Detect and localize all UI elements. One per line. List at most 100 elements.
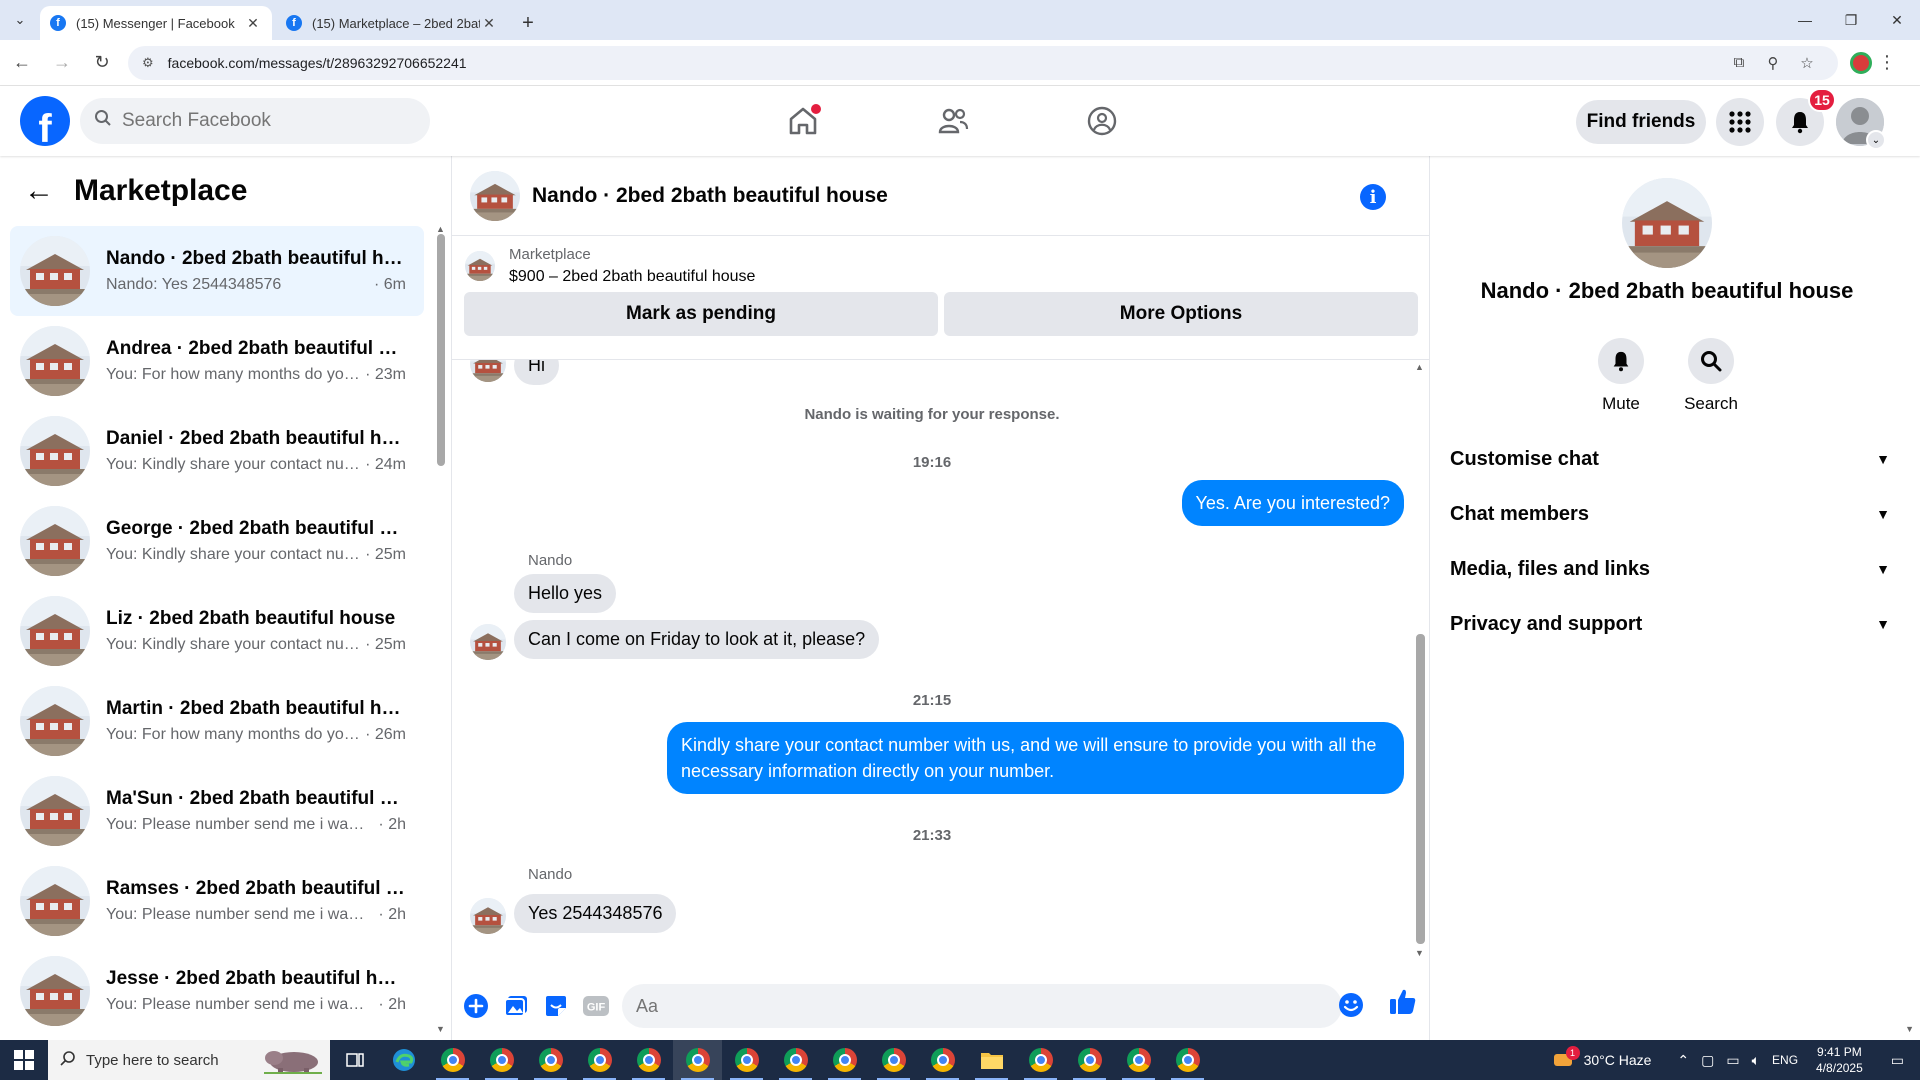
taskbar-chrome-window[interactable] — [1114, 1040, 1163, 1080]
conversation-item[interactable]: Martin · 2bed 2bath beautiful house You: … — [10, 676, 424, 766]
taskbar-file-explorer[interactable] — [967, 1040, 1016, 1080]
emoji-button[interactable] — [1338, 992, 1364, 1023]
minimize-icon[interactable]: — — [1782, 0, 1828, 40]
sender-avatar[interactable] — [470, 624, 506, 660]
page-scroll-down-arrow[interactable]: ▼ — [1905, 1024, 1914, 1034]
search-input[interactable] — [122, 110, 402, 132]
more-options-button[interactable]: More Options — [944, 292, 1418, 336]
bookmark-star-icon[interactable]: ☆ — [1790, 54, 1824, 72]
chat-scrollbar[interactable] — [1416, 634, 1425, 944]
mute-button[interactable] — [1598, 338, 1644, 384]
task-view-button[interactable] — [330, 1040, 379, 1080]
mark-as-pending-button[interactable]: Mark as pending — [464, 292, 938, 336]
taskbar-chrome-window[interactable] — [1163, 1040, 1212, 1080]
gif-button[interactable]: GIF — [576, 986, 616, 1026]
message-input-box[interactable] — [622, 984, 1342, 1028]
restore-icon[interactable]: ❐ — [1828, 0, 1874, 40]
privacy-support-section[interactable]: Privacy and support ▼ — [1450, 599, 1890, 649]
back-icon[interactable]: ← — [4, 45, 40, 81]
taskbar-chrome-window[interactable] — [526, 1040, 575, 1080]
taskbar-clock[interactable]: 9:41 PM 4/8/2025 — [1804, 1044, 1875, 1076]
like-button[interactable] — [1388, 986, 1418, 1021]
taskbar-chrome-window[interactable] — [477, 1040, 526, 1080]
mute-action[interactable]: Mute — [1581, 338, 1661, 414]
find-friends-button[interactable]: Find friends — [1576, 100, 1706, 144]
tray-overflow-icon[interactable]: ⌃ — [1657, 1052, 1695, 1069]
taskbar-chrome-window[interactable] — [428, 1040, 477, 1080]
more-actions-button[interactable] — [456, 986, 496, 1026]
browser-tab-marketplace[interactable]: f (15) Marketplace – 2bed 2bath ✕ — [276, 6, 508, 40]
browser-profile-icon[interactable] — [1850, 51, 1872, 74]
taskbar-chrome-window[interactable] — [575, 1040, 624, 1080]
scroll-down-arrow[interactable]: ▼ — [436, 1024, 445, 1034]
taskbar-chrome-window[interactable] — [771, 1040, 820, 1080]
chat-title[interactable]: Nando · 2bed 2bath beautiful house — [532, 184, 888, 208]
conversation-item[interactable]: Andrea · 2bed 2bath beautiful house You: … — [10, 316, 424, 406]
browser-tab-messenger[interactable]: f (15) Messenger | Facebook ✕ — [40, 6, 272, 40]
listing-avatar[interactable] — [1622, 178, 1712, 268]
address-bar[interactable]: ⚙ facebook.com/messages/t/28963292706652… — [128, 45, 1838, 80]
close-tab-icon[interactable]: ✕ — [480, 15, 498, 32]
search-in-chat-button[interactable] — [1688, 338, 1734, 384]
taskbar-chrome-window[interactable] — [673, 1040, 722, 1080]
media-files-links-section[interactable]: Media, files and links ▼ — [1450, 544, 1890, 594]
zoom-icon[interactable]: ⚲ — [1756, 54, 1790, 72]
weather-widget[interactable]: 1 30°C Haze — [1548, 1046, 1658, 1068]
chat-scroll-down-arrow[interactable]: ▼ — [1415, 948, 1424, 958]
sticker-button[interactable] — [536, 986, 576, 1026]
account-chevron-icon[interactable]: ⌄ — [1866, 130, 1886, 150]
close-window-icon[interactable]: ✕ — [1874, 0, 1920, 40]
taskbar-chrome-window[interactable] — [1065, 1040, 1114, 1080]
conversation-item[interactable]: George · 2bed 2bath beautiful house You: … — [10, 496, 424, 586]
customise-chat-section[interactable]: Customise chat ▼ — [1450, 434, 1890, 484]
tab-search-icon[interactable]: ⌄ — [0, 0, 40, 40]
language-indicator[interactable]: ENG — [1766, 1053, 1804, 1067]
conversation-item[interactable]: Ramses · 2bed 2bath beautiful house You: … — [10, 856, 424, 946]
menu-grid-button[interactable] — [1716, 98, 1764, 146]
forward-icon[interactable]: → — [44, 45, 80, 81]
taskbar-chrome-window[interactable] — [918, 1040, 967, 1080]
friends-nav-button[interactable] — [923, 98, 983, 144]
new-tab-button[interactable]: + — [512, 6, 544, 40]
taskbar-chrome-window[interactable] — [869, 1040, 918, 1080]
taskbar-chrome-window[interactable] — [624, 1040, 673, 1080]
conversation-item[interactable]: Liz · 2bed 2bath beautiful house You: Kin… — [10, 586, 424, 676]
chat-scroll-up-arrow[interactable]: ▲ — [1415, 362, 1424, 372]
info-icon[interactable]: i — [1360, 184, 1386, 210]
reload-icon[interactable]: ↻ — [84, 45, 120, 81]
listing-thumbnail[interactable] — [465, 251, 495, 281]
taskbar-search-box[interactable]: Type here to search — [48, 1040, 330, 1080]
close-tab-icon[interactable]: ✕ — [244, 15, 262, 32]
sender-avatar[interactable] — [470, 360, 506, 382]
conversation-item[interactable]: Nando · 2bed 2bath beautiful house Nando:… — [10, 226, 424, 316]
start-button[interactable] — [0, 1040, 48, 1080]
volume-icon[interactable]: 🔈︎ — [1746, 1052, 1766, 1069]
listing-price-title[interactable]: $900 – 2bed 2bath beautiful house — [509, 268, 755, 286]
facebook-logo-icon[interactable]: f — [20, 96, 70, 146]
conversation-item[interactable]: Ma'Sun · 2bed 2bath beautiful house You: … — [10, 766, 424, 856]
site-info-icon[interactable]: ⚙ — [142, 55, 154, 71]
taskbar-chrome-window[interactable] — [722, 1040, 771, 1080]
search-action[interactable]: Search — [1671, 338, 1751, 414]
browser-menu-icon[interactable]: ⋮ — [1872, 52, 1902, 73]
conversation-item[interactable]: Daniel · 2bed 2bath beautiful house You: … — [10, 406, 424, 496]
groups-nav-button[interactable] — [1072, 98, 1132, 144]
chat-members-section[interactable]: Chat members ▼ — [1450, 489, 1890, 539]
scroll-up-arrow[interactable]: ▲ — [436, 224, 445, 234]
sender-avatar[interactable] — [470, 898, 506, 934]
attach-image-button[interactable] — [496, 986, 536, 1026]
taskbar-chrome-window[interactable] — [1016, 1040, 1065, 1080]
meet-now-icon[interactable]: ▢ — [1695, 1052, 1720, 1069]
taskbar-chrome-window[interactable] — [820, 1040, 869, 1080]
home-nav-button[interactable] — [773, 98, 833, 144]
facebook-search-box[interactable] — [80, 98, 430, 144]
conversation-item[interactable]: Jesse · 2bed 2bath beautiful house You: P… — [10, 946, 424, 1036]
chat-header-thumbnail[interactable] — [470, 171, 520, 221]
install-app-icon[interactable]: ⧉ — [1722, 54, 1756, 71]
network-icon[interactable]: ▭ — [1720, 1052, 1745, 1069]
sidebar-scrollbar[interactable] — [437, 234, 445, 466]
notification-center-icon[interactable]: ▭ — [1875, 1052, 1920, 1069]
back-arrow-icon[interactable]: ← — [24, 174, 54, 208]
message-input[interactable] — [636, 995, 1276, 1017]
taskbar-edge[interactable] — [379, 1040, 428, 1080]
